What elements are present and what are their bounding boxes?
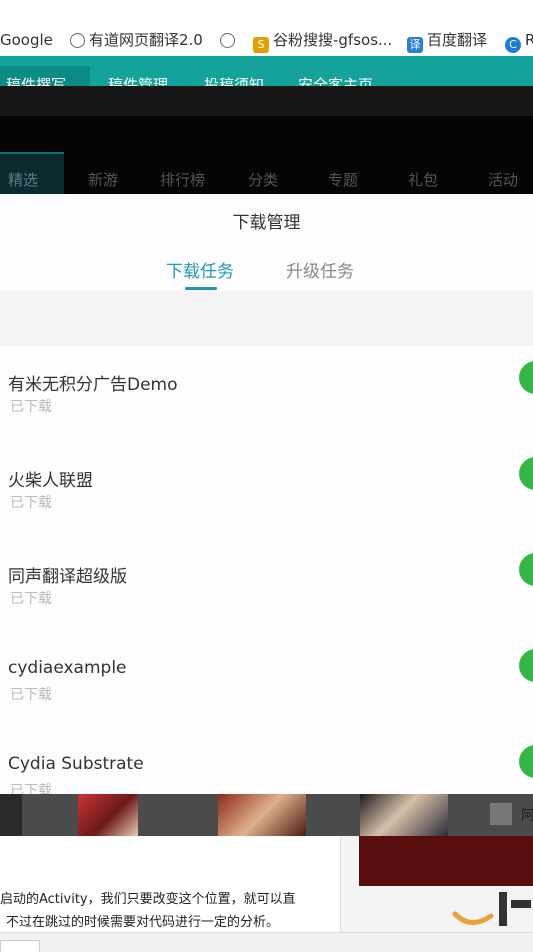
article-text: 不过在跳过的时候需要对代码进行一定的分析。: [6, 915, 280, 930]
tab-upgrade-tasks[interactable]: 升级任务: [286, 257, 354, 282]
bookmark-baidu-translate[interactable]: 译百度翻译: [407, 30, 487, 53]
download-status: 已下载: [10, 783, 52, 794]
bookmark-label: 谷粉搜搜-gfsos...: [273, 31, 393, 49]
c-logo-icon: C: [505, 37, 521, 53]
game-thumbnail[interactable]: [490, 803, 512, 825]
open-button[interactable]: [519, 649, 533, 682]
strip-label: 阿: [521, 808, 533, 824]
ad-logo-icon: [452, 892, 531, 926]
ad-image[interactable]: [359, 836, 533, 886]
download-status: 已下载: [10, 687, 52, 703]
top-nav-item[interactable]: 投稿须知: [204, 74, 264, 86]
game-thumbnail[interactable]: [0, 794, 22, 836]
download-manager-panel: 下载管理 下载任务 升级任务 有米无积分广告Demo 已下载 火柴人联盟 已下载…: [0, 194, 533, 794]
top-nav: 稿件撰写 稿件管理 投稿须知 安全客主页: [0, 56, 533, 86]
open-button[interactable]: [519, 745, 533, 778]
category-tab[interactable]: 活动: [488, 169, 518, 190]
open-button[interactable]: [519, 553, 533, 586]
article-area: 启动的Activity，我们只要改变这个位置，就可以直 不过在跳过的时候需要对代…: [0, 836, 341, 932]
app-name: cydiaexample: [8, 658, 127, 678]
bookmark-google[interactable]: Google: [0, 30, 53, 50]
open-button[interactable]: [519, 361, 533, 394]
bookmark-label: 百度翻译: [427, 31, 488, 49]
globe-icon: [70, 33, 85, 48]
game-thumbnail[interactable]: [218, 794, 306, 836]
globe-icon: [220, 33, 235, 48]
dark-toolbar: [0, 86, 533, 116]
open-button[interactable]: [519, 457, 533, 490]
list-item[interactable]: 火柴人联盟 已下载: [0, 442, 533, 538]
bookmark-globe[interactable]: [220, 30, 239, 50]
app-name: 有米无积分广告Demo: [8, 375, 178, 395]
bookmark-c[interactable]: CR: [505, 30, 533, 53]
section-separator: [0, 291, 533, 346]
top-nav-item[interactable]: 稿件撰写: [6, 74, 66, 86]
bookmark-label: 有道网页翻译2.0: [89, 31, 203, 49]
list-item[interactable]: 有米无积分广告Demo 已下载: [0, 346, 533, 442]
category-tab[interactable]: 专题: [328, 169, 358, 190]
list-item[interactable]: Cydia Substrate 已下载: [0, 730, 533, 794]
category-tab[interactable]: 分类: [248, 169, 278, 190]
bookmarks-bar: Google 有道网页翻译2.0 S 谷粉搜搜-gfsos... 译百度翻译 CR: [0, 0, 533, 57]
s-logo-icon: S: [253, 37, 269, 53]
panel-title: 下载管理: [232, 213, 301, 233]
app-name: 火柴人联盟: [8, 471, 93, 491]
bookmark-label: R: [525, 31, 533, 49]
list-item[interactable]: cydiaexample 已下载: [0, 634, 533, 730]
category-tab[interactable]: 精选: [8, 169, 38, 190]
category-tab[interactable]: 礼包: [408, 169, 438, 190]
list-item[interactable]: 同声翻译超级版 已下载: [0, 538, 533, 634]
tab-download-tasks[interactable]: 下载任务: [166, 257, 234, 282]
app-name: Cydia Substrate: [8, 754, 144, 774]
status-bar-tab[interactable]: [0, 940, 40, 952]
bookmark-gfsos[interactable]: S 谷粉搜搜-gfsos...: [253, 30, 392, 53]
bookmark-label: Google: [0, 31, 53, 49]
app-name: 同声翻译超级版: [8, 567, 127, 587]
download-status: 已下载: [10, 591, 52, 607]
category-tab[interactable]: 新游: [88, 169, 118, 190]
status-bar: [0, 932, 533, 952]
top-nav-item[interactable]: 安全客主页: [298, 74, 373, 86]
download-status: 已下载: [10, 399, 52, 415]
bookmark-youdao[interactable]: 有道网页翻译2.0: [70, 30, 203, 50]
game-thumbnail[interactable]: [360, 794, 448, 836]
active-tab-indicator: [185, 287, 217, 290]
category-tabs: 精选 新游 排行榜 分类 专题 礼包 活动: [0, 152, 533, 196]
category-tab[interactable]: 排行榜: [160, 169, 205, 190]
game-thumbnail[interactable]: [78, 794, 138, 836]
game-banner-strip: 阿: [0, 794, 533, 836]
download-status: 已下载: [10, 495, 52, 511]
translate-icon: 译: [407, 37, 423, 53]
top-nav-item[interactable]: 稿件管理: [108, 74, 168, 86]
article-text: 启动的Activity，我们只要改变这个位置，就可以直: [0, 892, 296, 907]
